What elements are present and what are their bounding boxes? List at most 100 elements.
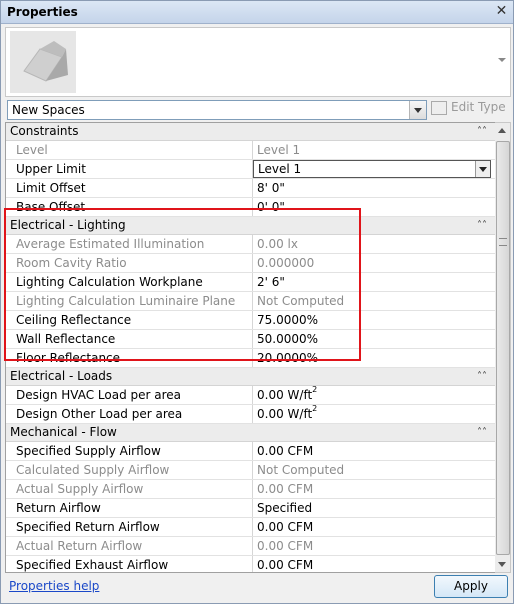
property-label: Floor Reflectance: [6, 349, 253, 367]
property-row[interactable]: Specified Return Airflow 0.00 CFM: [6, 518, 495, 537]
vertical-scrollbar[interactable]: [495, 122, 511, 573]
property-value[interactable]: 0.00 W/ft2: [253, 386, 495, 404]
property-label: Lighting Calculation Luminaire Plane: [6, 292, 253, 310]
property-row[interactable]: Design HVAC Load per area 0.00 W/ft2: [6, 386, 495, 405]
collapse-chevron-icon[interactable]: ˄˄: [477, 368, 487, 385]
property-value-text: 75.0000%: [257, 313, 319, 327]
window-title: Properties: [7, 5, 78, 19]
property-value: 0.00 CFM: [253, 480, 495, 498]
collapse-chevron-icon[interactable]: ˄˄: [477, 424, 487, 441]
property-value-text: Level 1: [257, 143, 301, 157]
properties-grid: Constraints ˄˄ Level Level 1 Upper Limit Leve…: [5, 122, 496, 573]
property-value: Not Computed: [253, 292, 495, 310]
property-value: 0.00 lx: [253, 235, 495, 253]
property-row: Actual Return Airflow 0.00 CFM: [6, 537, 495, 556]
property-label: Specified Exhaust Airflow: [6, 556, 253, 572]
scroll-down-icon[interactable]: [498, 562, 506, 567]
property-label: Calculated Supply Airflow: [6, 461, 253, 479]
property-row[interactable]: Ceiling Reflectance 75.0000%: [6, 311, 495, 330]
properties-palette: Properties ✕ New Spaces Edit Type Constr…: [0, 0, 514, 604]
property-value[interactable]: 75.0000%: [253, 311, 495, 329]
property-row: Level Level 1: [6, 141, 495, 160]
property-label: Actual Supply Airflow: [6, 480, 253, 498]
category-header[interactable]: Electrical - Lighting ˄˄: [6, 217, 495, 235]
collapse-chevron-icon[interactable]: ˄˄: [477, 123, 487, 140]
property-value: Level 1: [253, 141, 495, 159]
property-label: Actual Return Airflow: [6, 537, 253, 555]
property-row[interactable]: Specified Exhaust Airflow 0.00 CFM: [6, 556, 495, 572]
property-value-text: 0' 0": [257, 200, 285, 214]
property-row: Actual Supply Airflow 0.00 CFM: [6, 480, 495, 499]
property-label: Wall Reflectance: [6, 330, 253, 348]
property-row[interactable]: Limit Offset 8' 0": [6, 179, 495, 198]
unit-superscript: 2: [312, 385, 318, 394]
preview-scroll-icon[interactable]: [498, 58, 506, 62]
property-row: Lighting Calculation Luminaire Plane Not …: [6, 292, 495, 311]
property-label: Ceiling Reflectance: [6, 311, 253, 329]
title-bar[interactable]: Properties ✕: [1, 1, 513, 24]
property-value-text: 0.00 CFM: [257, 558, 314, 572]
property-value-text: Not Computed: [257, 294, 345, 308]
type-selector-dropdown[interactable]: New Spaces: [7, 100, 427, 120]
property-label: Lighting Calculation Workplane: [6, 273, 253, 291]
property-value[interactable]: 2' 6": [253, 273, 495, 291]
property-value-text: 50.0000%: [257, 332, 319, 346]
properties-help-link[interactable]: Properties help: [9, 579, 99, 593]
property-row[interactable]: Floor Reflectance 20.0000%: [6, 349, 495, 368]
property-value-text: 0.00 CFM: [257, 539, 314, 553]
space-type-thumbnail-icon: [10, 31, 76, 93]
category-label: Electrical - Lighting: [10, 218, 126, 232]
property-row[interactable]: Design Other Load per area 0.00 W/ft2: [6, 405, 495, 424]
property-row: Room Cavity Ratio 0.000000: [6, 254, 495, 273]
edit-type-icon: [431, 100, 447, 115]
property-value-text: 0.00 CFM: [257, 444, 314, 458]
property-row[interactable]: Return Airflow Specified: [6, 499, 495, 518]
scrollbar-thumb[interactable]: [496, 141, 510, 555]
property-row[interactable]: Wall Reflectance 50.0000%: [6, 330, 495, 349]
category-header[interactable]: Constraints ˄˄: [6, 123, 495, 141]
unit-superscript: 2: [312, 404, 318, 413]
property-value: 0.000000: [253, 254, 495, 272]
property-value[interactable]: Specified: [253, 499, 495, 517]
property-label: Level: [6, 141, 253, 159]
property-value[interactable]: 0.00 CFM: [253, 442, 495, 460]
property-value-text: 0.00 CFM: [257, 520, 314, 534]
scroll-up-icon[interactable]: [498, 128, 506, 133]
property-row: Average Estimated Illumination 0.00 lx: [6, 235, 495, 254]
category-header[interactable]: Electrical - Loads ˄˄: [6, 368, 495, 386]
category-label: Electrical - Loads: [10, 369, 113, 383]
property-value[interactable]: 20.0000%: [253, 349, 495, 367]
property-label: Base Offset: [6, 198, 253, 216]
type-selector-row: New Spaces Edit Type: [5, 99, 511, 121]
property-value-text: 0.00 W/ft: [257, 388, 313, 402]
property-value-text: 0.000000: [257, 256, 315, 270]
property-value[interactable]: 0.00 CFM: [253, 518, 495, 536]
property-value-text: 2' 6": [257, 275, 285, 289]
property-label: Specified Supply Airflow: [6, 442, 253, 460]
edit-type-label: Edit Type: [451, 100, 506, 114]
category-header[interactable]: Mechanical - Flow ˄˄: [6, 424, 495, 442]
property-value-text: 0.00 CFM: [257, 482, 314, 496]
property-label: Return Airflow: [6, 499, 253, 517]
property-value[interactable]: 8' 0": [253, 179, 495, 197]
property-value[interactable]: 0' 0": [253, 198, 495, 216]
property-value-text: Level 1: [258, 162, 302, 176]
chevron-down-icon[interactable]: [475, 161, 490, 177]
property-value-dropdown[interactable]: Level 1: [253, 160, 491, 178]
collapse-chevron-icon[interactable]: ˄˄: [477, 217, 487, 234]
property-row[interactable]: Specified Supply Airflow 0.00 CFM: [6, 442, 495, 461]
property-value-text: 8' 0": [257, 181, 285, 195]
property-value[interactable]: 0.00 CFM: [253, 556, 495, 572]
chevron-down-icon[interactable]: [409, 101, 426, 119]
property-value-text: 0.00 W/ft: [257, 407, 313, 421]
property-label: Design Other Load per area: [6, 405, 253, 423]
property-row[interactable]: Base Offset 0' 0": [6, 198, 495, 217]
property-value[interactable]: 0.00 W/ft2: [253, 405, 495, 423]
apply-button[interactable]: Apply: [434, 575, 508, 598]
property-row[interactable]: Lighting Calculation Workplane 2' 6": [6, 273, 495, 292]
close-icon[interactable]: ✕: [494, 4, 509, 19]
property-value[interactable]: 50.0000%: [253, 330, 495, 348]
property-row[interactable]: Upper Limit Level 1: [6, 160, 495, 179]
edit-type-button[interactable]: Edit Type: [431, 100, 506, 118]
property-label: Limit Offset: [6, 179, 253, 197]
